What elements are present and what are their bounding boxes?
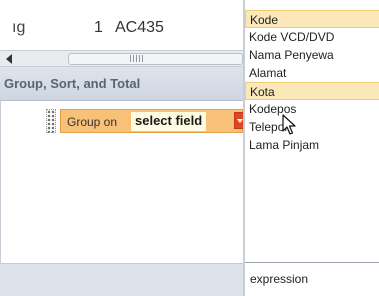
field-dropdown-list[interactable]: Kode Kode VCD/DVD Nama Penyewa Alamat Ko… [243, 0, 379, 296]
field-option-label: Kode VCD/DVD [249, 30, 335, 44]
pane-title: Group, Sort, and Total [4, 76, 141, 91]
drag-handle-icon[interactable] [46, 109, 56, 133]
expression-label: expression [250, 272, 309, 286]
group-sort-total-footer [0, 263, 243, 296]
datasheet-cell-number[interactable]: 1 [94, 19, 103, 37]
datasheet-cell-field[interactable]: ıg [12, 19, 25, 37]
field-option-label: Kota [250, 85, 275, 99]
select-field-combobox[interactable]: select field [131, 112, 207, 131]
group-sort-total-header: Group, Sort, and Total [0, 67, 243, 101]
group-level-row: Group on select field [46, 109, 246, 133]
mouse-cursor-icon [282, 114, 296, 135]
scroll-left-arrow-icon[interactable] [6, 54, 12, 64]
datasheet-record-row: ıg 1 AC435 [0, 0, 243, 50]
field-option-kode-vcd-dvd[interactable]: Kode VCD/DVD [245, 28, 379, 46]
field-option-kodepos[interactable]: Kodepos [245, 100, 379, 118]
field-option-label: Alamat [249, 66, 287, 80]
expression-row[interactable]: expression [245, 262, 379, 296]
field-option-kode[interactable]: Kode [245, 10, 379, 28]
field-option-label: Nama Penyewa [249, 48, 334, 62]
field-option-label: Lama Pinjam [249, 138, 320, 152]
field-option-nama-penyewa[interactable]: Nama Penyewa [245, 46, 379, 64]
horizontal-scrollbar[interactable] [0, 50, 243, 67]
field-option-telepon[interactable]: Telepon [245, 118, 379, 136]
field-option-alamat[interactable]: Alamat [245, 64, 379, 82]
field-option-label: Kode [250, 13, 279, 27]
scrollbar-thumb[interactable] [68, 53, 243, 65]
datasheet-cell-code[interactable]: AC435 [115, 19, 164, 37]
field-option-lama-pinjam[interactable]: Lama Pinjam [245, 136, 379, 154]
field-option-kota[interactable]: Kota [245, 82, 379, 100]
group-on-box[interactable]: Group on select field [60, 109, 246, 133]
scrollbar-grip-icon [130, 55, 144, 62]
field-list: Kode Kode VCD/DVD Nama Penyewa Alamat Ko… [245, 10, 379, 154]
group-on-label: Group on [67, 115, 118, 129]
